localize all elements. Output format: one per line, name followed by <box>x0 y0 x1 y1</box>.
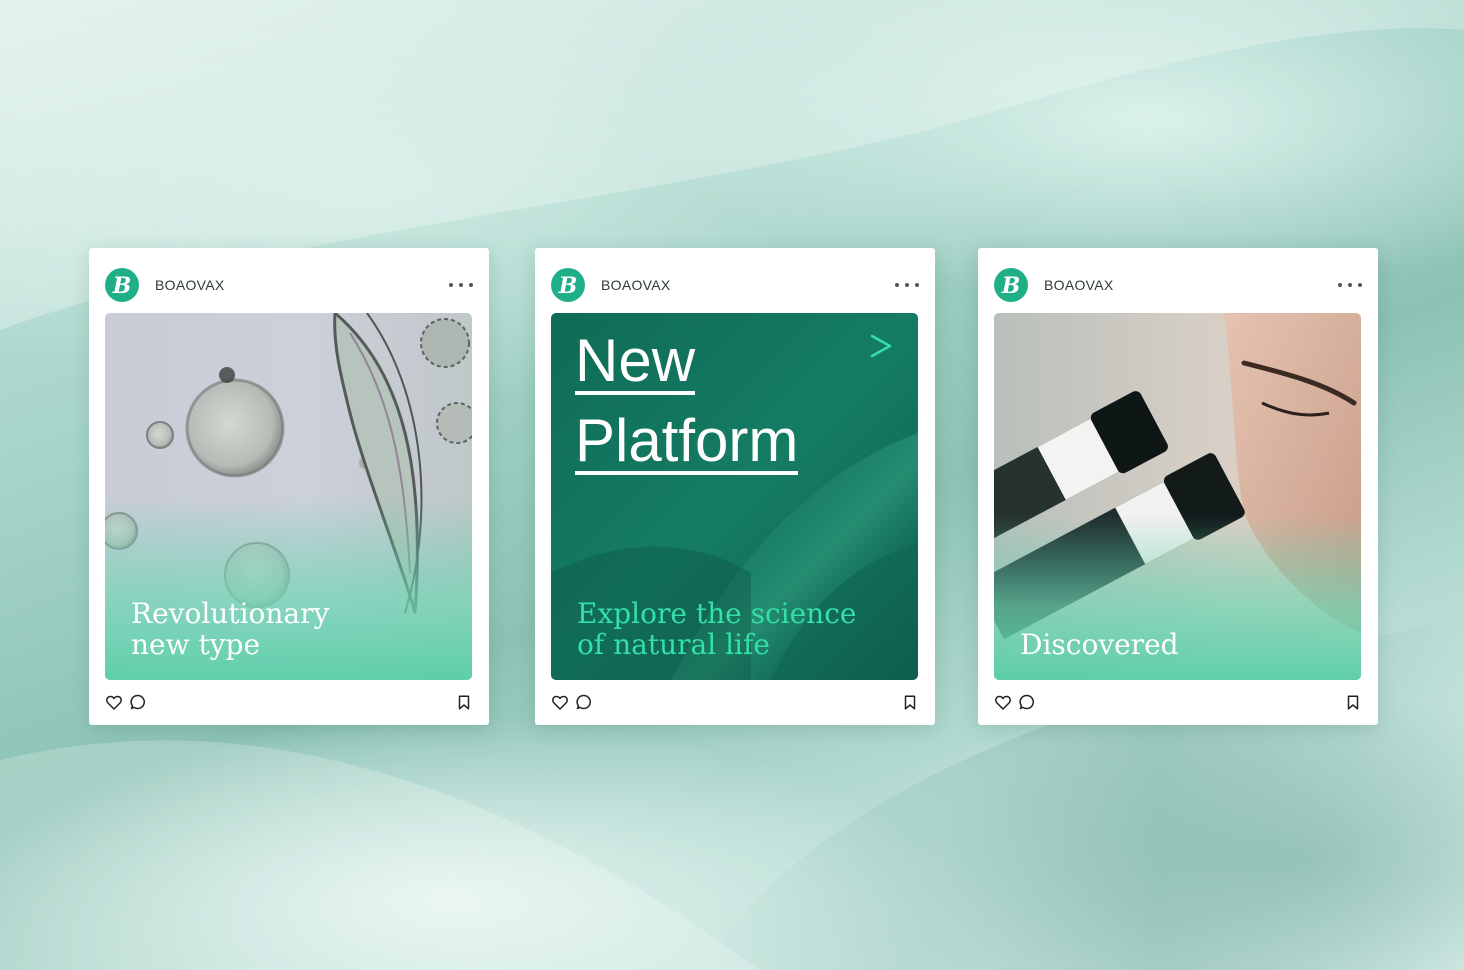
comment-button[interactable] <box>1018 693 1036 711</box>
account-name[interactable]: BOAOVAX <box>601 277 671 293</box>
post-caption: Discovered <box>1020 629 1179 660</box>
svg-text:B: B <box>558 273 578 299</box>
more-options-button[interactable] <box>1338 275 1362 295</box>
boaovax-logo-icon: B <box>112 273 132 299</box>
comment-button[interactable] <box>129 693 147 711</box>
post-image-scientist-microscope[interactable]: Discovered <box>994 313 1361 680</box>
post-card: B BOAOVAX <box>535 248 935 725</box>
boaovax-logo-icon: B <box>1001 273 1021 299</box>
comment-icon <box>1019 694 1034 710</box>
more-options-button[interactable] <box>449 275 473 295</box>
avatar[interactable]: B <box>105 268 139 302</box>
avatar[interactable]: B <box>994 268 1028 302</box>
headline: New Platform <box>575 325 799 477</box>
heart-icon <box>552 695 568 710</box>
like-button[interactable] <box>551 693 569 711</box>
post-header: B BOAOVAX <box>105 268 473 302</box>
headline-line: Platform <box>575 407 799 475</box>
comment-icon <box>576 694 591 710</box>
save-button[interactable] <box>1344 693 1362 711</box>
caption-line: Revolutionary <box>131 597 330 630</box>
account-name[interactable]: BOAOVAX <box>1044 277 1114 293</box>
post-caption: Revolutionary new type <box>131 598 329 660</box>
post-actions <box>994 693 1362 711</box>
post-actions <box>105 693 473 711</box>
more-options-button[interactable] <box>895 275 919 295</box>
more-options-icon <box>895 283 899 287</box>
caption-line: new type <box>131 628 261 661</box>
caption-line: Explore the science <box>577 597 857 630</box>
heart-icon <box>995 695 1011 710</box>
more-options-dot <box>915 283 919 287</box>
caption-line: Discovered <box>1020 628 1179 661</box>
avatar[interactable]: B <box>551 268 585 302</box>
post-actions <box>551 693 919 711</box>
account-name[interactable]: BOAOVAX <box>155 277 225 293</box>
chevron-right-icon[interactable] <box>868 331 894 361</box>
svg-text:B: B <box>112 273 132 299</box>
post-card: B BOAOVAX <box>89 248 489 725</box>
svg-text:B: B <box>1001 273 1021 299</box>
more-options-icon <box>1338 283 1342 287</box>
more-options-dot <box>459 283 463 287</box>
comment-icon <box>130 694 145 710</box>
scientist-microscope-photo <box>994 313 1361 680</box>
post-image-microscope-cells[interactable]: Revolutionary new type <box>105 313 472 680</box>
bookmark-icon <box>1347 694 1359 710</box>
more-options-dot <box>469 283 473 287</box>
heart-icon <box>106 695 122 710</box>
headline-line: New <box>575 327 696 395</box>
more-options-dot <box>1358 283 1362 287</box>
comment-button[interactable] <box>575 693 593 711</box>
bookmark-icon <box>904 694 916 710</box>
more-options-dot <box>905 283 909 287</box>
post-header: B BOAOVAX <box>551 268 919 302</box>
post-image-new-platform[interactable]: New Platform Explore the science of natu… <box>551 313 918 680</box>
caption-line: of natural life <box>577 628 770 661</box>
save-button[interactable] <box>901 693 919 711</box>
like-button[interactable] <box>105 693 123 711</box>
bookmark-icon <box>458 694 470 710</box>
like-button[interactable] <box>994 693 1012 711</box>
boaovax-logo-icon: B <box>558 273 578 299</box>
post-header: B BOAOVAX <box>994 268 1362 302</box>
more-options-dot <box>1348 283 1352 287</box>
post-card: B BOAOVAX <box>978 248 1378 725</box>
save-button[interactable] <box>455 693 473 711</box>
post-caption: Explore the science of natural life <box>577 598 856 660</box>
more-options-icon <box>449 283 453 287</box>
